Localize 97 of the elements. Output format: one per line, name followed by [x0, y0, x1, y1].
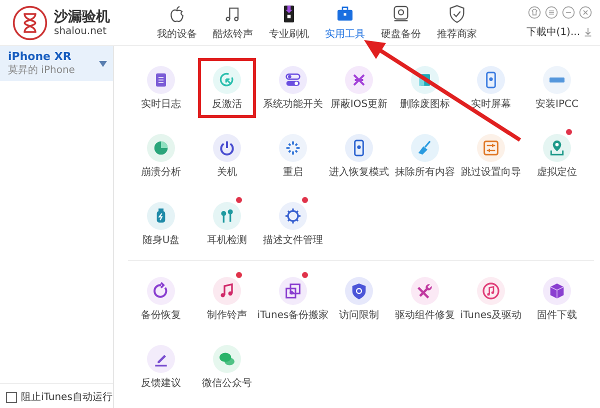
nav-tab[interactable]: 推荐商家	[430, 4, 484, 41]
music-circle-icon	[477, 276, 505, 304]
nav-tab[interactable]: 硬盘备份	[374, 4, 428, 41]
hard-drive-icon	[391, 4, 411, 24]
tool-item[interactable]: 微信公众号	[194, 337, 260, 397]
tool-label: 进入恢复模式	[329, 166, 389, 178]
tool-item[interactable]: 驱动组件修复	[392, 269, 458, 329]
pencil-icon	[147, 344, 175, 372]
wrench-icon	[411, 276, 439, 304]
nav-tab[interactable]: 我的设备	[150, 4, 204, 41]
chat-icon	[213, 344, 241, 372]
location-pin-icon	[543, 134, 571, 162]
device-name: iPhone XR	[8, 50, 72, 63]
hourglass-logo-icon	[12, 4, 48, 40]
tool-label: 反馈建议	[141, 376, 181, 390]
gear-icon	[279, 202, 307, 230]
tool-label: 重启	[283, 166, 303, 178]
tool-item[interactable]: 描述文件管理	[260, 194, 326, 254]
device-subtitle: 莫昇的 iPhone	[8, 64, 76, 77]
tool-label: 固件下载	[537, 308, 577, 322]
tool-label: 虚拟定位	[537, 166, 577, 178]
copy-icon	[279, 276, 307, 304]
tool-item[interactable]: 进入恢复模式	[326, 126, 392, 186]
tool-item[interactable]: iTunes及驱动	[458, 269, 524, 329]
tool-label: 描述文件管理	[263, 234, 323, 246]
close-icon[interactable]	[579, 6, 592, 19]
phone-icon	[345, 134, 373, 162]
tool-label: 随身U盘	[142, 234, 180, 246]
tool-item[interactable]: 固件下载	[524, 269, 590, 329]
pie-chart-icon	[147, 134, 175, 162]
shield-check-icon	[447, 4, 467, 24]
tool-item[interactable]: 崩溃分析	[128, 126, 194, 186]
tool-item[interactable]: 删除废图标	[392, 58, 458, 118]
tool-item[interactable]: 反馈建议	[128, 337, 194, 397]
checkbox-label[interactable]: 阻止iTunes自动运行	[21, 390, 112, 404]
tool-label: 微信公众号	[202, 376, 252, 390]
cube-icon	[543, 276, 571, 304]
tool-item[interactable]: 重启	[260, 126, 326, 186]
sliders-icon	[477, 134, 505, 162]
tool-item[interactable]: 系统功能开关	[260, 58, 326, 118]
tool-label: 系统功能开关	[263, 98, 323, 110]
tool-item[interactable]: 关机	[194, 126, 260, 186]
tool-item[interactable]: 实时屏幕	[458, 58, 524, 118]
download-icon[interactable]	[584, 27, 592, 37]
checkbox[interactable]	[6, 392, 17, 402]
tool-item[interactable]: 抹除所有内容	[392, 126, 458, 186]
tool-label: 删除废图标	[400, 98, 450, 110]
tool-label: 关机	[217, 166, 237, 178]
nav-tab[interactable]: 酷炫铃声	[206, 4, 260, 41]
tool-label: iTunes备份搬家	[257, 308, 329, 322]
earbuds-icon	[213, 202, 241, 230]
tool-label: 备份恢复	[141, 308, 181, 322]
tool-item[interactable]: 跳过设置向导	[458, 126, 524, 186]
tool-label: 抹除所有内容	[395, 166, 455, 178]
shield-icon	[345, 276, 373, 304]
toggle-icon	[279, 66, 307, 94]
tool-item[interactable]: 反激活	[194, 58, 260, 118]
minimize-icon[interactable]	[562, 6, 575, 19]
phone-screen-icon	[477, 66, 505, 94]
tool-label: 崩溃分析	[141, 166, 181, 178]
download-status[interactable]: 下載中(1)...	[526, 25, 580, 39]
spinner-icon	[279, 134, 307, 162]
nav-tab[interactable]: 专业刷机	[262, 4, 316, 41]
caret-icon[interactable]	[99, 60, 107, 66]
app-website: shalou.net	[54, 26, 108, 37]
tool-label: 耳机检测	[207, 234, 247, 246]
power-icon	[213, 134, 241, 162]
tool-item[interactable]: 备份恢复	[128, 269, 194, 329]
tool-label: 反激活	[212, 98, 242, 110]
tool-item[interactable]: 随身U盘	[128, 194, 194, 254]
refresh-icon	[213, 66, 241, 94]
log-icon	[147, 66, 175, 94]
tool-item[interactable]: 制作铃声	[194, 269, 260, 329]
tool-item[interactable]: 虚拟定位	[524, 126, 590, 186]
tool-label: 跳过设置向导	[461, 166, 521, 178]
tool-label: 制作铃声	[207, 308, 247, 322]
refresh-icon	[147, 276, 175, 304]
tool-label: 安装IPCC	[536, 98, 578, 110]
tool-label: 驱动组件修复	[395, 308, 455, 322]
menu-icon[interactable]	[545, 6, 558, 19]
broom-icon	[411, 134, 439, 162]
tool-label: 实时屏幕	[471, 98, 511, 110]
app-name: 沙漏验机	[54, 8, 110, 26]
tool-label: 屏蔽IOS更新	[330, 98, 388, 110]
tool-label: iTunes及驱动	[460, 308, 522, 322]
tool-label: 实时日志	[141, 98, 181, 110]
nav-tab[interactable]: 实用工具	[318, 4, 372, 41]
tool-item[interactable]: iTunes备份搬家	[260, 269, 326, 329]
tool-item[interactable]: 耳机检测	[194, 194, 260, 254]
device-item[interactable]: iPhone XR 莫昇的 iPhone	[0, 46, 113, 81]
skin-icon[interactable]	[528, 6, 541, 19]
tool-item[interactable]: 安装IPCC	[524, 58, 590, 118]
music-note-icon	[213, 276, 241, 304]
tool-label: 访问限制	[339, 308, 379, 322]
tool-item[interactable]: 实时日志	[128, 58, 194, 118]
usb-drive-icon	[147, 202, 175, 230]
tool-item[interactable]: 屏蔽IOS更新	[326, 58, 392, 118]
